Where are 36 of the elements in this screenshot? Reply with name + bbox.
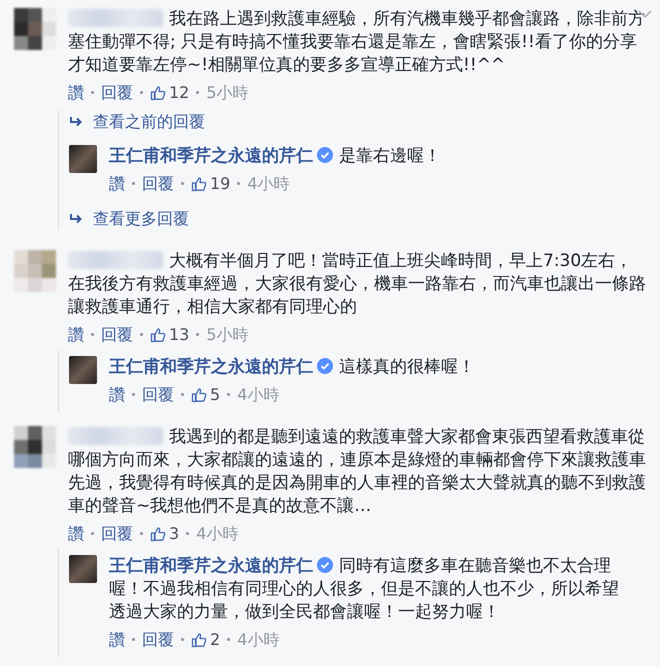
- reply-link[interactable]: 回覆: [142, 628, 174, 651]
- reply-text: 王仁甫和季芹之永遠的芹仁 同時有這麼多車在聽音樂也不太合理喔！不過我相信有同理心的人很多，但是不讓的人也不少，所以希望透過大家的力量，做到全民都會讓喔！一起努力喔！: [109, 555, 620, 624]
- like-count[interactable]: 2: [210, 628, 220, 651]
- reply-link[interactable]: 回覆: [142, 383, 174, 406]
- thumbs-up-icon: [191, 632, 207, 648]
- like-link[interactable]: 讚: [109, 628, 125, 651]
- reply-link[interactable]: 回覆: [142, 172, 174, 195]
- like-link[interactable]: 讚: [68, 522, 84, 545]
- reply-link[interactable]: 回覆: [101, 323, 133, 346]
- like-count[interactable]: 3: [169, 522, 180, 545]
- comment-text: 大概有半個月了吧！當時正值上班尖峰時間，早上7:30左右，在我後方有救護車經過，大家很有愛心，機車一路靠右，而汽車也讓出一條路讓救護車通行，相信大家都有同理心的: [68, 250, 648, 319]
- like-link[interactable]: 讚: [109, 383, 125, 406]
- comment-text: 我遇到的都是聽到遠遠的救護車聲大家都會東張西望看救護車從哪個方向而來，大家都讓的遠遠的，連原本是綠燈的車輛都會停下來讓救護車先過，我覺得有時候真的是因為開車的人車裡的音樂太大聲就真的聽不到救護車的聲音~我想他們不是真的故意不讓…: [68, 426, 648, 518]
- like-link[interactable]: 讚: [68, 323, 84, 346]
- reply-arrow-icon: [69, 116, 83, 128]
- reply-arrow-icon: [69, 212, 83, 224]
- view-replies-link[interactable]: 查看之前的回覆: [93, 110, 205, 133]
- like-count[interactable]: 5: [210, 383, 220, 406]
- thumbs-up-icon: [150, 84, 166, 100]
- like-count[interactable]: 12: [169, 81, 190, 104]
- like-link[interactable]: 讚: [109, 172, 125, 195]
- thumbs-up-icon: [150, 326, 166, 342]
- avatar[interactable]: [14, 8, 56, 50]
- reply-text: 王仁甫和季芹之永遠的芹仁 這樣真的很棒喔！: [109, 356, 476, 379]
- avatar[interactable]: [14, 426, 56, 468]
- comment-text: 我在路上遇到救護車經驗，所有汽機車幾乎都會讓路，除非前方塞住動彈不得; 只是有時搞不懂我要靠右還是靠左，會瞎緊張!!看了你的分享才知道要靠左停~!相關單位真的要多多宣導正確方式!!^^: [68, 8, 648, 77]
- like-count[interactable]: 19: [210, 172, 230, 195]
- thumbs-up-icon: [191, 176, 207, 192]
- thumbs-up-icon: [150, 526, 166, 542]
- thumbs-up-icon: [191, 386, 207, 402]
- reply-link[interactable]: 回覆: [101, 522, 133, 545]
- view-replies-link[interactable]: 查看更多回覆: [93, 207, 189, 230]
- like-link[interactable]: 讚: [68, 81, 84, 104]
- reply-link[interactable]: 回覆: [101, 81, 133, 104]
- like-count[interactable]: 13: [169, 323, 190, 346]
- reply-text: 王仁甫和季芹之永遠的芹仁 是靠右邊喔！: [109, 145, 442, 168]
